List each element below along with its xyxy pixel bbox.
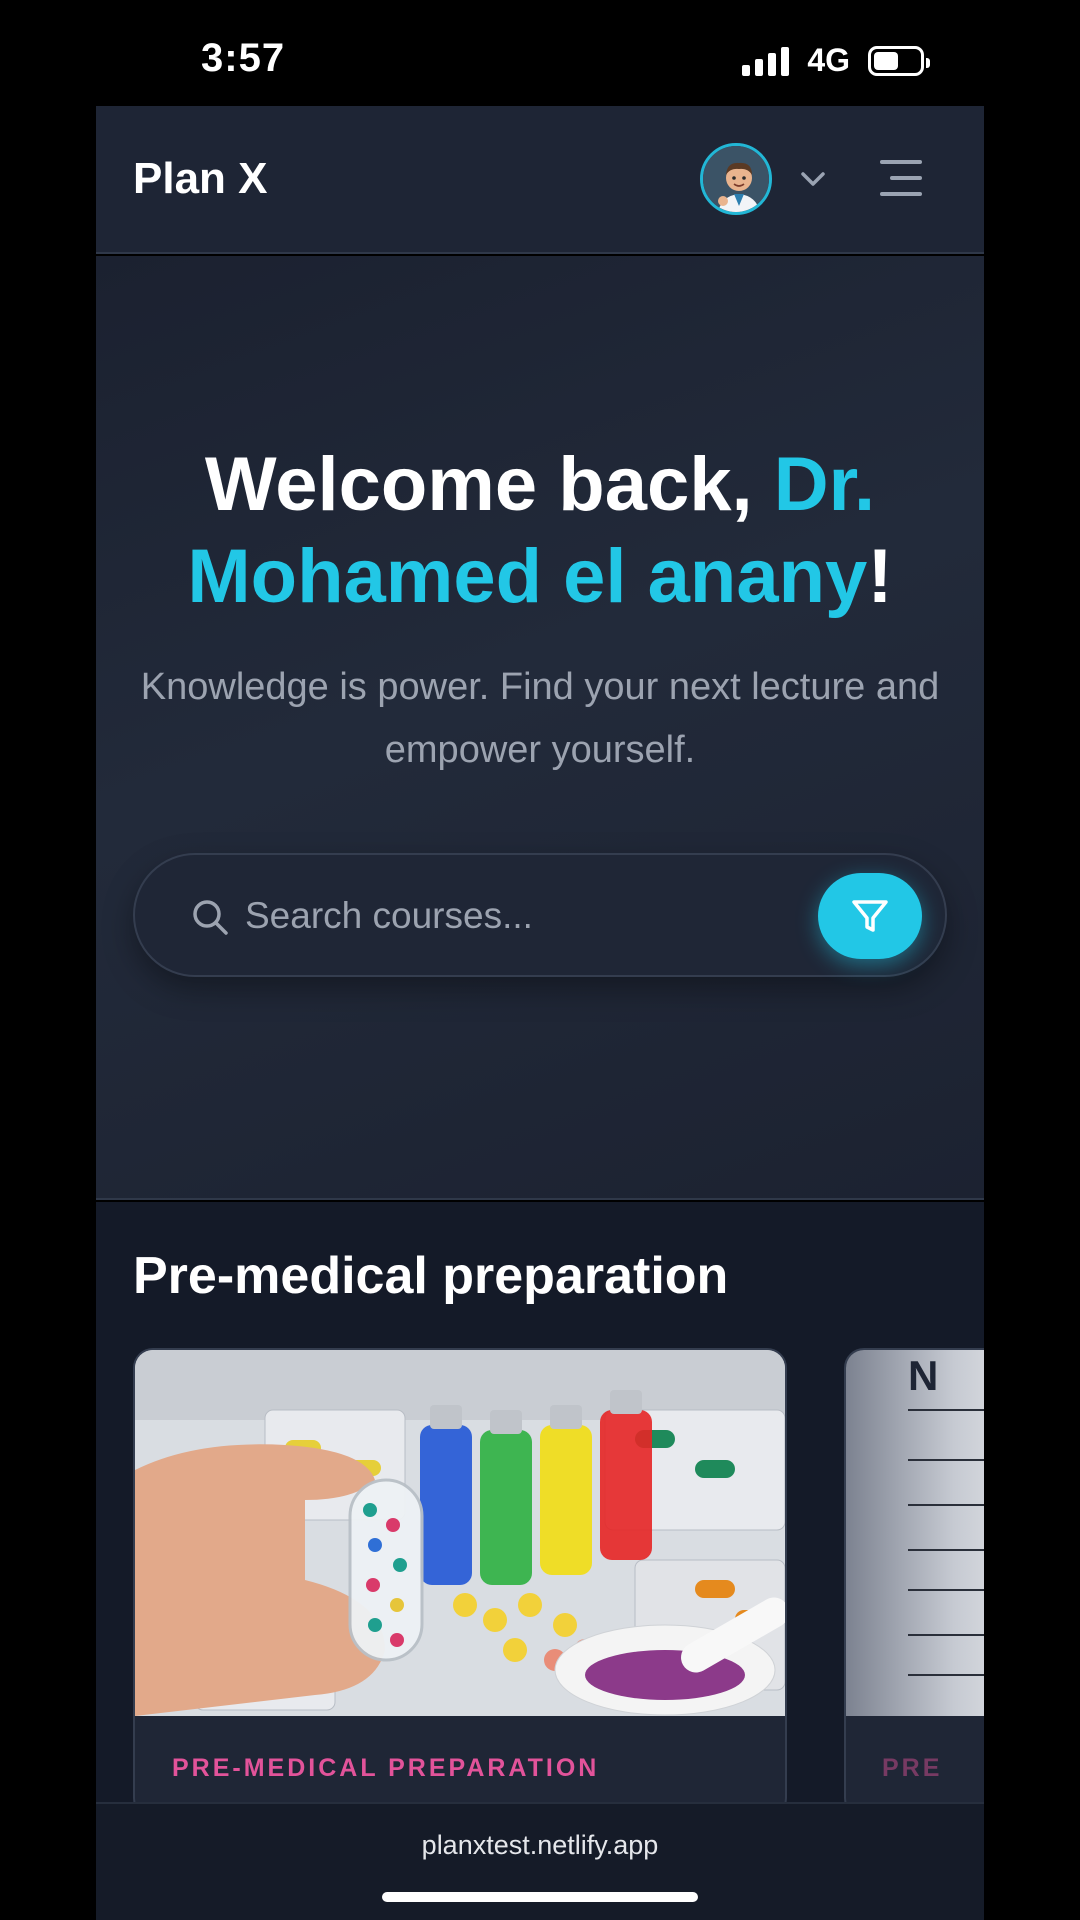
status-bar: 3:57 4G xyxy=(96,0,984,106)
greeting-suffix: ! xyxy=(867,534,893,619)
doctor-avatar-icon xyxy=(703,146,769,212)
status-time: 3:57 xyxy=(201,36,286,80)
section-title: Pre-medical preparation xyxy=(133,1247,729,1305)
search-icon xyxy=(193,900,228,935)
phone-screen: 3:57 4G Plan X Welcome back, Dr. Mohamed… xyxy=(96,0,984,1920)
course-card[interactable]: PRE-MEDICAL PREPARATION xyxy=(133,1348,787,1818)
course-image xyxy=(135,1350,785,1716)
course-category: PRE xyxy=(882,1754,943,1782)
network-label: 4G xyxy=(807,42,850,78)
user-avatar[interactable] xyxy=(700,143,772,215)
status-indicators: 4G xyxy=(742,42,930,79)
battery-level xyxy=(874,51,898,70)
chevron-down-icon[interactable] xyxy=(796,162,830,196)
hero-subtitle: Knowledge is power. Find your next lectu… xyxy=(140,666,940,771)
courses-section: Pre-medical preparation PRE-MEDICAL PREP… xyxy=(96,1202,984,1818)
course-card[interactable]: N PRE xyxy=(844,1348,984,1818)
signal-icon xyxy=(742,46,790,76)
url-text: planxtest.netlify.app xyxy=(421,1830,659,1860)
search-bar xyxy=(133,853,947,977)
home-indicator[interactable] xyxy=(382,1892,698,1902)
svg-text:N: N xyxy=(908,1352,938,1399)
filter-icon xyxy=(852,900,888,932)
hamburger-icon[interactable] xyxy=(880,158,924,198)
battery-icon xyxy=(868,45,930,76)
app-header: Plan X xyxy=(96,106,984,254)
search-input[interactable] xyxy=(245,885,785,947)
welcome-heading: Welcome back, Dr. Mohamed el anany! xyxy=(116,439,964,623)
hero-section: Welcome back, Dr. Mohamed el anany! Know… xyxy=(96,256,984,1200)
greeting-prefix: Welcome back, xyxy=(204,442,774,527)
browser-url-bar[interactable]: planxtest.netlify.app xyxy=(96,1802,984,1920)
filter-button[interactable] xyxy=(818,873,922,959)
course-image: N xyxy=(846,1350,984,1716)
course-category: PRE-MEDICAL PREPARATION xyxy=(172,1754,600,1782)
brand-logo-text[interactable]: Plan X xyxy=(133,154,268,204)
